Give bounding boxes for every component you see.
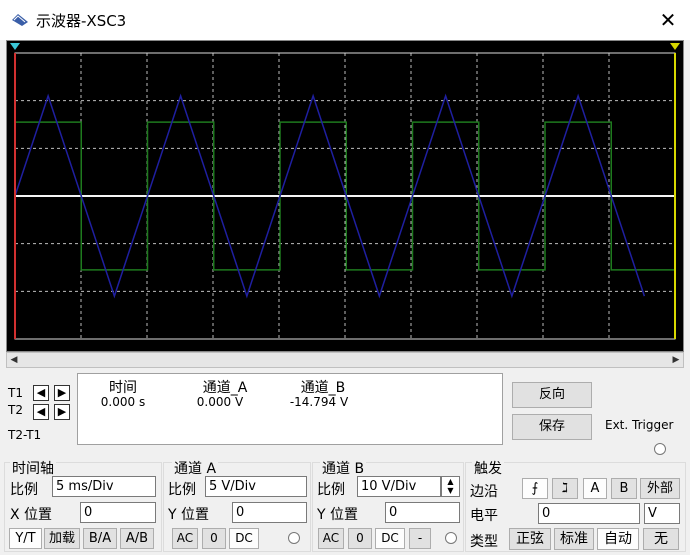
- channel-a-scale-label: 比例: [168, 482, 196, 498]
- trigger-level-input[interactable]: 0: [538, 503, 640, 524]
- channel-b-zero-button[interactable]: 0: [348, 528, 372, 549]
- time-header: 时间: [109, 380, 137, 396]
- channel-b-scale-input[interactable]: 10 V/Div: [357, 476, 441, 497]
- load-mode-button[interactable]: 加载: [44, 528, 80, 549]
- channel-b-scale-label: 比例: [317, 482, 345, 498]
- t2-left-arrow-icon[interactable]: ◀: [33, 404, 49, 420]
- auto-type-button[interactable]: 自动: [597, 528, 639, 550]
- spin-down-icon[interactable]: ▼: [442, 486, 459, 495]
- channel-b-radio[interactable]: [445, 532, 457, 544]
- trigger-b-button[interactable]: B: [611, 478, 637, 499]
- channel-a-value: 0.000 V: [196, 395, 244, 409]
- channel-a-header: 通道_A: [202, 380, 248, 396]
- channel-a-scale-input[interactable]: 5 V/Div: [205, 476, 307, 497]
- channel-b-header: 通道_B: [300, 380, 346, 396]
- ext-trigger-label: Ext. Trigger: [605, 418, 674, 432]
- timebase-scale-input[interactable]: 5 ms/Div: [52, 476, 156, 497]
- ba-mode-button[interactable]: B/A: [83, 528, 117, 549]
- waveform-plot: [10, 43, 680, 340]
- t2-label: T2: [8, 403, 23, 417]
- t2-right-arrow-icon[interactable]: ▶: [54, 404, 70, 420]
- ab-mode-button[interactable]: A/B: [120, 528, 154, 549]
- channel-b-ac-button[interactable]: AC: [318, 528, 344, 549]
- t2-t1-label: T2-T1: [8, 428, 42, 442]
- channel-a-zero-button[interactable]: 0: [202, 528, 226, 549]
- falling-edge-icon: ℷ: [561, 481, 569, 496]
- t1-label: T1: [8, 386, 23, 400]
- rising-edge-button[interactable]: ⨍: [522, 478, 548, 499]
- trigger-title: 触发: [472, 458, 504, 478]
- close-button[interactable]: ✕: [652, 6, 684, 34]
- time-value: 0.000 s: [100, 395, 146, 409]
- channel-b-dc-button[interactable]: DC: [375, 528, 405, 549]
- cursor-t2-marker-icon: [670, 43, 680, 50]
- channel-b-ypos-label: Y 位置: [317, 507, 359, 523]
- save-button[interactable]: 保存: [512, 414, 592, 440]
- timebase-scale-label: 比例: [10, 482, 38, 498]
- scroll-left-icon[interactable]: ◀: [7, 353, 21, 367]
- channel-b-minus-button[interactable]: -: [409, 528, 431, 549]
- none-type-button[interactable]: 无: [643, 528, 679, 550]
- channel-b-scale-spinner[interactable]: ▲ ▼: [441, 476, 460, 497]
- window-title: 示波器-XSC3: [36, 12, 127, 30]
- channel-a-ypos-input[interactable]: 0: [232, 502, 307, 523]
- timebase-title: 时间轴: [10, 458, 56, 478]
- channel-a-title: 通道 A: [172, 458, 219, 478]
- horizontal-scrollbar[interactable]: ◀ ▶: [6, 352, 684, 368]
- scope-display: [6, 40, 684, 352]
- title-bar: 示波器-XSC3 ✕: [0, 0, 690, 40]
- yt-mode-button[interactable]: Y/T: [9, 528, 42, 549]
- cursor-t1-marker-icon: [10, 43, 20, 50]
- edge-label: 边沿: [470, 484, 498, 500]
- normal-type-button[interactable]: 标准: [554, 528, 594, 550]
- reverse-button[interactable]: 反向: [512, 382, 592, 408]
- ext-trigger-radio[interactable]: [654, 443, 666, 455]
- x-position-input[interactable]: 0: [80, 502, 156, 523]
- spin-up-icon[interactable]: ▲: [442, 477, 459, 486]
- sine-type-button[interactable]: 正弦: [509, 528, 551, 550]
- type-label: 类型: [470, 534, 498, 550]
- scroll-right-icon[interactable]: ▶: [669, 353, 683, 367]
- trigger-level-unit[interactable]: V: [644, 503, 680, 524]
- falling-edge-button[interactable]: ℷ: [552, 478, 578, 499]
- close-icon: ✕: [659, 8, 677, 32]
- channel-a-ac-button[interactable]: AC: [172, 528, 198, 549]
- x-position-label: X 位置: [10, 507, 53, 523]
- channel-a-dc-button[interactable]: DC: [229, 528, 259, 549]
- level-label: 电平: [470, 508, 498, 524]
- channel-b-value: -14.794 V: [289, 395, 349, 409]
- channel-b-title: 通道 B: [320, 458, 367, 478]
- channel-a-radio[interactable]: [288, 532, 300, 544]
- channel-a-ypos-label: Y 位置: [168, 507, 210, 523]
- t1-right-arrow-icon[interactable]: ▶: [54, 385, 70, 401]
- channel-b-ypos-input[interactable]: 0: [385, 502, 460, 523]
- rising-edge-icon: ⨍: [531, 481, 539, 496]
- trigger-a-button[interactable]: A: [583, 478, 607, 499]
- oscilloscope-app-icon: [12, 14, 28, 26]
- trigger-external-button[interactable]: 外部: [640, 478, 680, 499]
- t1-left-arrow-icon[interactable]: ◀: [33, 385, 49, 401]
